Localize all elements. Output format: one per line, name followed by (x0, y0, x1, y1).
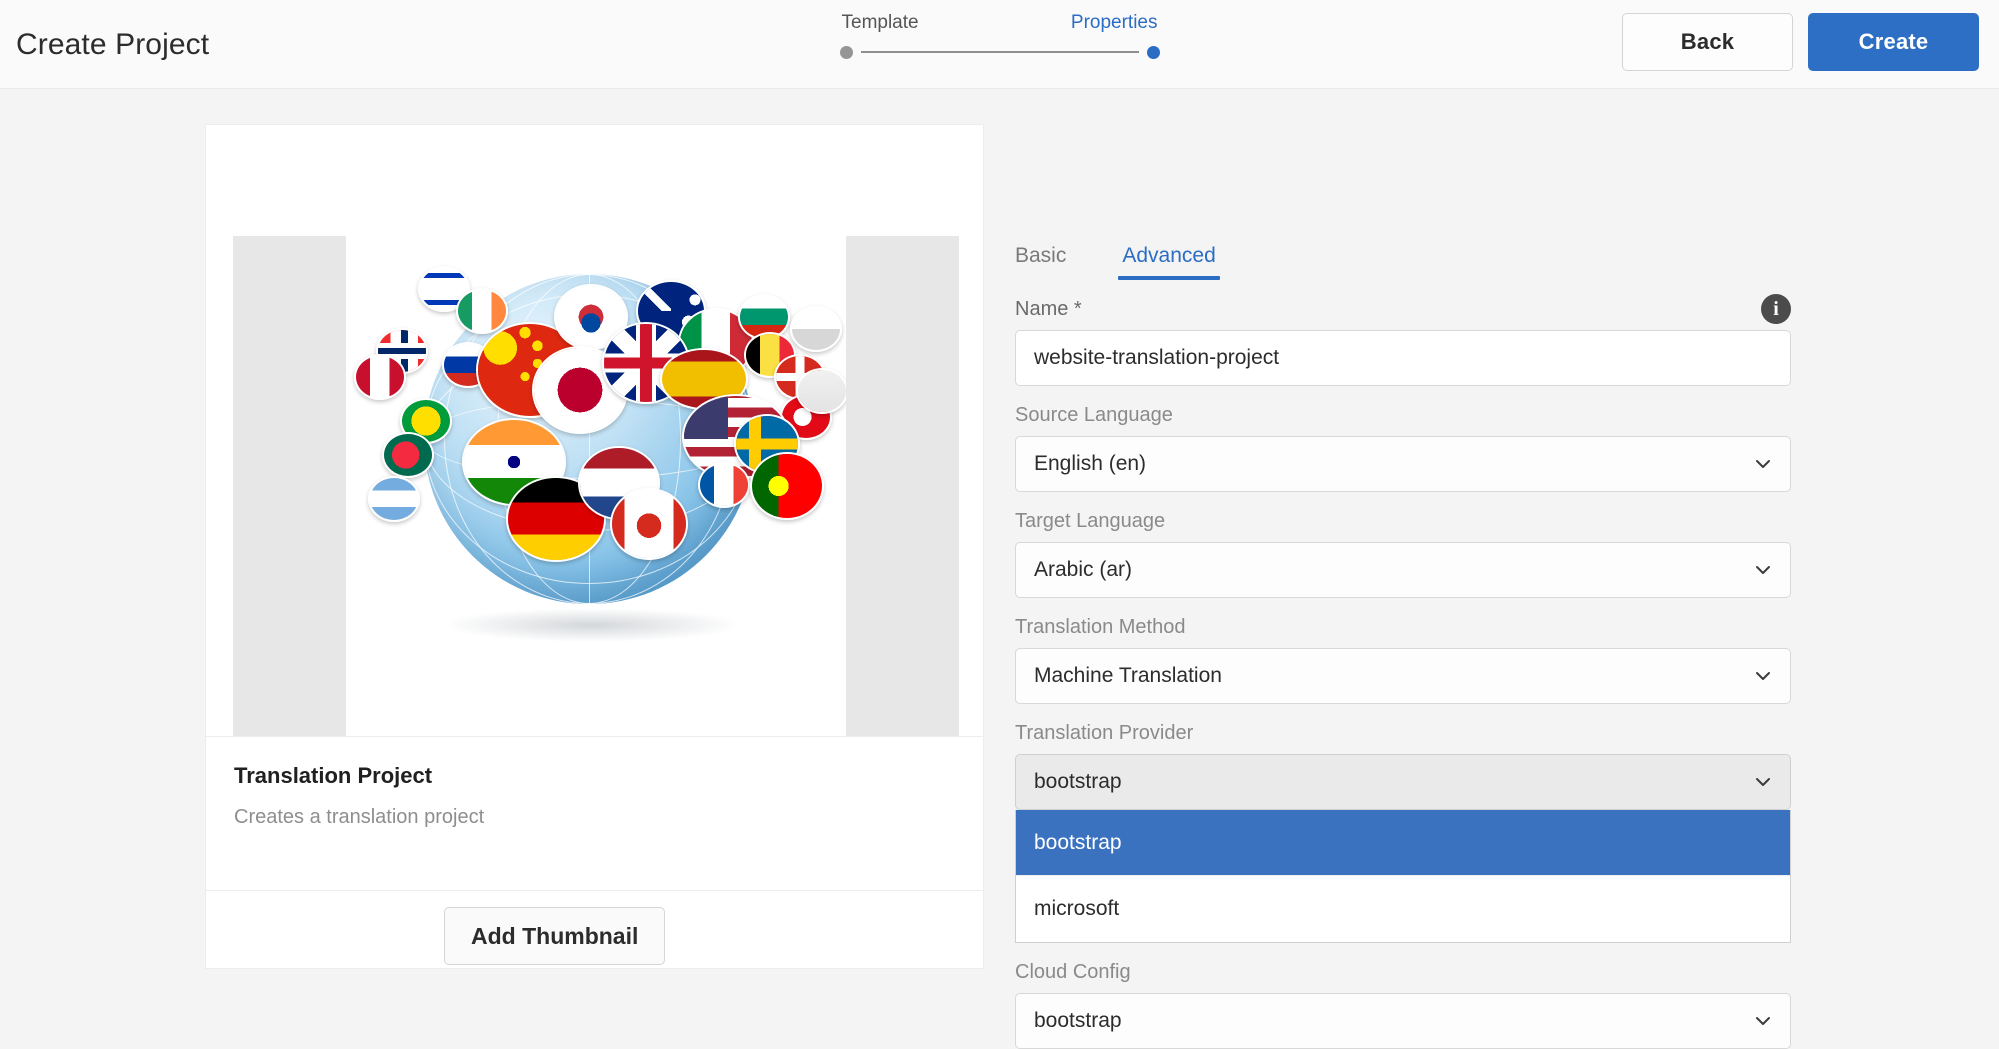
target-language-value: Arabic (ar) (1034, 558, 1133, 581)
main-content: Translation Project Creates a translatio… (0, 89, 1999, 1049)
flag-icon-canada (610, 488, 688, 560)
step-label-properties[interactable]: Properties (1071, 12, 1158, 34)
template-card-title: Translation Project (234, 763, 433, 788)
translation-provider-dropdown: bootstrap microsoft (1015, 810, 1791, 943)
add-thumbnail-button[interactable]: Add Thumbnail (444, 907, 666, 965)
card-divider (206, 890, 983, 891)
translation-method-select[interactable]: Machine Translation (1015, 648, 1791, 704)
target-language-label: Target Language (1015, 510, 1166, 532)
page-title: Create Project (16, 28, 210, 61)
step-track (839, 42, 1160, 62)
template-card-info: Translation Project Creates a translatio… (206, 736, 983, 829)
field-translation-method: Translation Method Machine Translation (1007, 616, 1799, 704)
template-card-description: Creates a translation project (234, 806, 485, 828)
back-button[interactable]: Back (1622, 13, 1793, 71)
source-language-label: Source Language (1015, 404, 1173, 426)
name-input[interactable]: website-translation-project (1015, 330, 1791, 386)
source-language-select[interactable]: English (en) (1015, 436, 1791, 492)
name-label: Name * (1015, 298, 1082, 320)
globe-shadow (442, 608, 742, 642)
cloud-config-value: bootstrap (1034, 1009, 1122, 1032)
chevron-down-icon (1754, 667, 1772, 685)
create-button[interactable]: Create (1808, 13, 1979, 71)
cloud-config-select[interactable]: bootstrap (1015, 993, 1791, 1049)
field-source-language: Source Language English (en) (1007, 404, 1799, 492)
tab-basic[interactable]: Basic (1015, 244, 1066, 280)
thumbnail-image-area (346, 236, 846, 736)
translation-provider-label: Translation Provider (1015, 722, 1194, 744)
field-cloud-config: Cloud Config bootstrap (1007, 961, 1799, 1049)
template-preview-card[interactable]: Translation Project Creates a translatio… (205, 124, 984, 969)
flag-icon-bangladesh (382, 432, 434, 478)
step-label-template[interactable]: Template (842, 12, 919, 34)
step-connector-line (860, 51, 1139, 53)
step-dot-properties[interactable] (1146, 45, 1160, 59)
chevron-down-icon (1754, 1012, 1772, 1030)
tab-advanced[interactable]: Advanced (1118, 244, 1221, 280)
field-target-language: Target Language Arabic (ar) (1007, 510, 1799, 598)
translation-provider-select[interactable]: bootstrap (1015, 754, 1791, 810)
flag-icon-generic-2 (790, 306, 842, 352)
thumbnail-container (233, 236, 959, 736)
header-actions: Back Create (1622, 13, 1979, 71)
source-language-value: English (en) (1034, 452, 1147, 475)
flag-icon-portugal (750, 452, 824, 520)
target-language-select[interactable]: Arabic (ar) (1015, 542, 1791, 598)
step-labels: Template Properties (840, 12, 1160, 34)
translation-method-value: Machine Translation (1034, 664, 1222, 687)
step-indicator: Template Properties (839, 12, 1160, 62)
translation-provider-value: bootstrap (1034, 770, 1122, 793)
flag-icon-generic-1 (354, 354, 406, 400)
translation-method-label: Translation Method (1015, 616, 1186, 638)
info-icon[interactable]: i (1761, 294, 1791, 324)
field-name: Name * i website-translation-project (1007, 294, 1799, 386)
dropdown-option-microsoft[interactable]: microsoft (1016, 876, 1790, 942)
properties-panel: Basic Advanced Name * i website-translat… (1007, 89, 1799, 1049)
cloud-config-label: Cloud Config (1015, 961, 1131, 983)
globe-flags-icon (346, 236, 846, 736)
properties-tabs: Basic Advanced (1007, 244, 1799, 280)
chevron-down-icon (1754, 455, 1772, 473)
app-header: Create Project Template Properties Back … (0, 0, 1999, 89)
flag-icon-generic-3 (796, 368, 846, 414)
chevron-down-icon (1754, 561, 1772, 579)
flag-icon-argentina (368, 476, 420, 522)
dropdown-option-bootstrap[interactable]: bootstrap (1016, 810, 1790, 876)
step-dot-template[interactable] (839, 45, 853, 59)
chevron-down-icon (1754, 773, 1772, 791)
field-translation-provider: Translation Provider bootstrap bootstrap… (1007, 722, 1799, 943)
